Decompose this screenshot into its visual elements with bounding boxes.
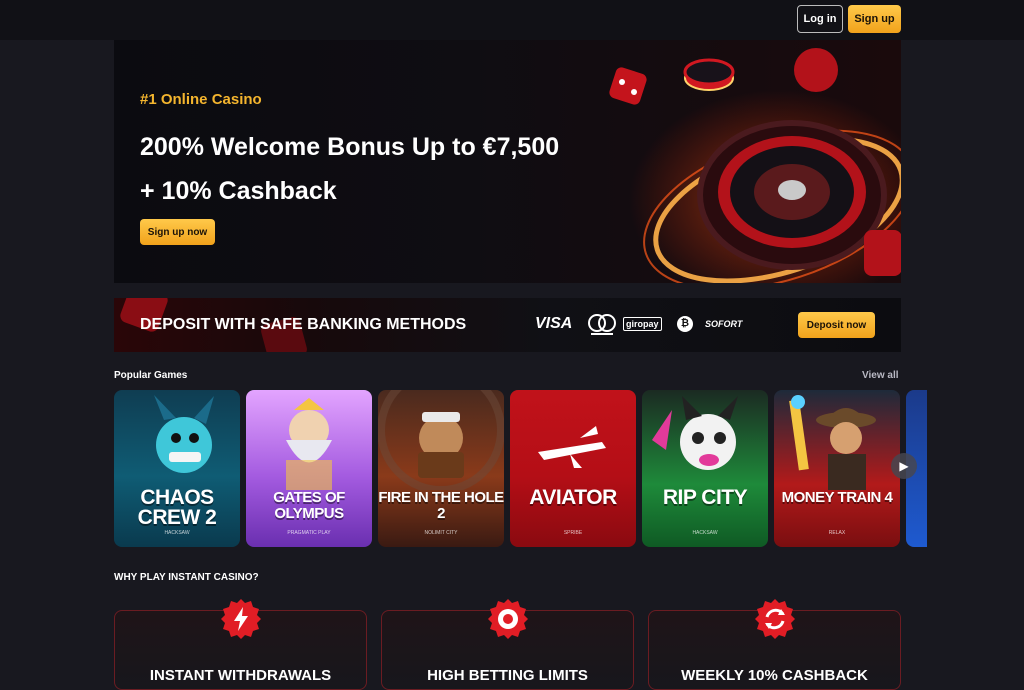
game-card-money-train-4[interactable]: MONEY TRAIN 4 RELAX xyxy=(774,390,900,547)
bitcoin-icon: ₿ xyxy=(677,316,693,332)
popular-games-title: Popular Games xyxy=(114,370,188,381)
feature-title: WEEKLY 10% CASHBACK xyxy=(681,667,868,684)
sofort-icon: SOFORT xyxy=(705,319,743,329)
mastercard-icon xyxy=(588,314,616,335)
hero-kicker: #1 Online Casino xyxy=(140,91,262,108)
game-title: CHAOS CREW 2 xyxy=(137,486,217,529)
hero-banner[interactable]: #1 Online Casino 200% Welcome Bonus Up t… xyxy=(114,40,901,283)
signup-button[interactable]: Sign up xyxy=(848,5,901,33)
hero-title-line2: + 10% Cashback xyxy=(140,177,337,205)
visa-icon: VISA xyxy=(535,315,573,332)
game-art xyxy=(286,398,332,490)
game-art xyxy=(378,390,504,490)
giropay-icon: giropay xyxy=(623,317,662,331)
game-card-chaos-crew-2[interactable]: CHAOS CREW 2 HACKSAW xyxy=(114,390,240,547)
game-art xyxy=(652,396,738,470)
feature-card-high-betting-limits: HIGH BETTING LIMITS xyxy=(381,599,634,690)
feature-title: INSTANT WITHDRAWALS xyxy=(149,667,332,684)
game-art xyxy=(538,426,606,468)
top-bar: Log in Sign up xyxy=(0,0,1024,40)
game-provider: SPRIBE xyxy=(563,530,583,536)
game-provider: NOLIMIT CITY xyxy=(424,530,458,536)
game-card-rip-city[interactable]: RIP CITY HACKSAW xyxy=(642,390,768,547)
game-provider: HACKSAW xyxy=(164,530,190,536)
refresh-icon xyxy=(754,599,795,639)
banking-banner[interactable]: DEPOSIT WITH SAFE BANKING METHODS VISA g… xyxy=(114,298,901,352)
game-title: MONEY TRAIN 4 xyxy=(781,489,893,506)
game-card-gates-of-olympus[interactable]: GATES OF OLYMPUS PRAGMATIC PLAY xyxy=(246,390,372,547)
view-all-link[interactable]: View all xyxy=(862,370,899,381)
game-art xyxy=(789,395,876,490)
game-provider: RELAX xyxy=(828,530,846,536)
lightning-icon xyxy=(220,599,261,639)
feature-title: HIGH BETTING LIMITS xyxy=(427,667,588,684)
game-art xyxy=(154,395,214,473)
game-title: AVIATOR xyxy=(529,486,617,509)
banking-title: DEPOSIT WITH SAFE BANKING METHODS xyxy=(140,316,467,333)
deposit-now-button[interactable]: Deposit now xyxy=(798,312,875,338)
game-card-aviator[interactable]: AVIATOR SPRIBE xyxy=(510,390,636,547)
game-card-fire-in-the-hole-2[interactable]: FIRE IN THE HOLE 2 NOLIMIT CITY xyxy=(378,390,504,547)
game-title: GATES OF OLYMPUS xyxy=(273,489,345,522)
hero-title-line1: 200% Welcome Bonus Up to €7,500 xyxy=(140,133,560,161)
why-title: WHY PLAY INSTANT CASINO? xyxy=(114,572,259,583)
feature-card-instant-withdrawals: INSTANT WITHDRAWALS xyxy=(114,599,367,690)
hero-signup-button[interactable]: Sign up now xyxy=(140,219,215,245)
hero-title: 200% Welcome Bonus Up to €7,500 + 10% Ca… xyxy=(140,125,640,213)
games-carousel[interactable]: CHAOS CREW 2 HACKSAW GATES OF OLYMPUS PR… xyxy=(114,390,927,547)
carousel-next-button[interactable]: ▶ xyxy=(891,453,917,479)
game-title: RIP CITY xyxy=(662,486,748,509)
chip-icon xyxy=(487,599,528,639)
feature-card-weekly-cashback: WEEKLY 10% CASHBACK xyxy=(648,599,901,690)
game-title: FIRE IN THE HOLE 2 xyxy=(378,489,504,522)
login-button[interactable]: Log in xyxy=(797,5,843,33)
game-provider: PRAGMATIC PLAY xyxy=(287,530,331,536)
game-provider: HACKSAW xyxy=(692,530,718,536)
